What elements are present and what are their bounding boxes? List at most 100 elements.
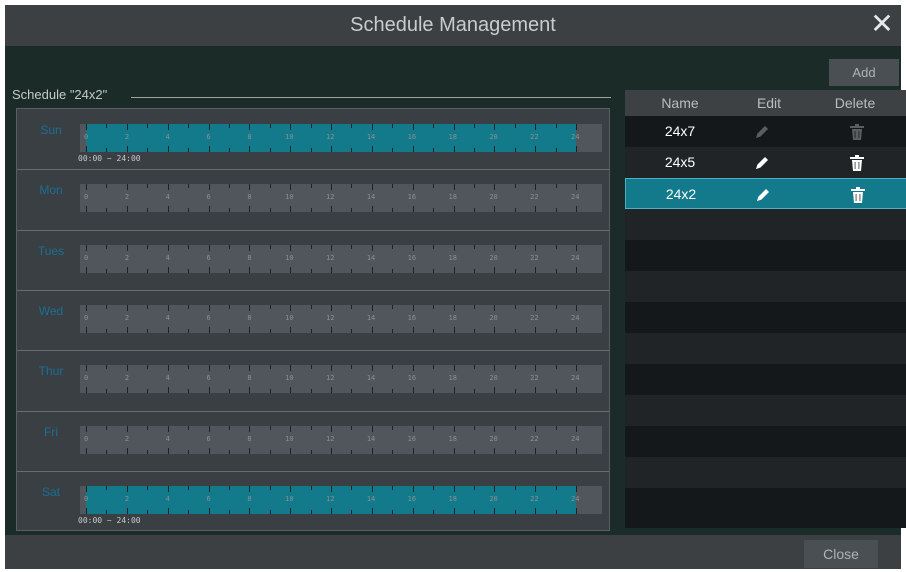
tick-mark [208, 244, 210, 251]
tick-mark [167, 326, 169, 333]
hour-label: 22 [530, 313, 539, 322]
time-bar[interactable]: 0 2 4 6 8 10 12 14 16 18 20 22 24 [80, 425, 602, 454]
tick-mark [555, 509, 557, 514]
pencil-icon[interactable] [754, 186, 782, 204]
hour-label: 20 [489, 313, 498, 322]
tick-mark [228, 328, 230, 333]
time-bar[interactable]: 0 2 4 6 8 10 12 14 16 18 20 22 24 [80, 124, 602, 152]
tick-mark [249, 387, 251, 394]
time-bar[interactable]: 0 2 4 6 8 10 12 14 16 18 20 22 24 [80, 485, 602, 514]
tick-mark [535, 244, 537, 251]
tick-mark [412, 425, 414, 432]
hour-label: 0 [84, 133, 89, 141]
tick-mark [473, 425, 475, 430]
tick-mark [555, 389, 557, 394]
add-button[interactable]: Add [829, 59, 899, 86]
hour-label: 20 [489, 494, 498, 503]
time-bar[interactable]: 0 2 4 6 8 10 12 14 16 18 20 22 24 [80, 244, 602, 273]
tick-mark [555, 425, 557, 430]
schedule-row-24x7[interactable]: 24x7 [625, 116, 906, 147]
tick-mark [331, 365, 332, 372]
tick-mark [310, 304, 312, 309]
tick-mark [576, 244, 577, 251]
tick-mark [473, 485, 475, 490]
tick-mark [576, 304, 577, 311]
tick-mark [188, 365, 190, 370]
tick-mark [494, 485, 496, 492]
tick-mark [473, 184, 475, 189]
tick-mark [188, 124, 190, 128]
tick-mark [106, 509, 108, 514]
empty-row [625, 302, 906, 333]
tick-mark [269, 365, 271, 370]
tick-mark [86, 146, 87, 152]
tick-mark [576, 124, 577, 130]
tick-mark [167, 485, 169, 492]
tick-mark [208, 365, 210, 372]
tick-mark [433, 328, 435, 333]
tick-mark [576, 387, 577, 394]
tick-mark [310, 365, 312, 370]
tick-mark [392, 425, 394, 430]
time-bar[interactable]: 0 2 4 6 8 10 12 14 16 18 20 22 24 [80, 184, 602, 213]
tick-mark [106, 365, 108, 370]
time-bar[interactable]: 0 2 4 6 8 10 12 14 16 18 20 22 24 [80, 304, 602, 333]
schedule-management-dialog: Schedule Management ✕ Schedule "24x2" Su… [5, 5, 906, 569]
tick-mark [208, 387, 210, 394]
tick-mark [392, 148, 394, 152]
tick-mark [106, 184, 108, 189]
empty-row [625, 364, 906, 395]
schedule-row-24x2[interactable]: 24x2 [625, 178, 906, 209]
tick-mark [269, 184, 271, 189]
pencil-icon[interactable] [753, 154, 781, 172]
tick-mark [228, 509, 230, 514]
tick-mark [473, 148, 475, 152]
tick-mark [412, 365, 414, 372]
tick-mark [351, 304, 353, 309]
tick-mark [433, 304, 435, 309]
trash-icon[interactable] [848, 185, 876, 205]
tick-mark [86, 387, 87, 394]
tick-mark [290, 124, 292, 130]
tick-mark [473, 124, 475, 128]
tick-mark [433, 184, 435, 189]
tick-mark [147, 425, 149, 430]
hour-label: 14 [366, 374, 376, 383]
empty-row [625, 395, 906, 426]
hour-label: 24 [571, 313, 580, 322]
tick-mark [351, 184, 353, 189]
tick-mark [514, 244, 516, 249]
tick-mark [106, 304, 108, 309]
close-icon[interactable]: ✕ [867, 9, 897, 39]
tick-mark [290, 447, 292, 454]
tick-mark [106, 148, 108, 152]
schedule-row-24x5[interactable]: 24x5 [625, 147, 906, 178]
tick-mark [412, 124, 414, 130]
tick-mark [126, 447, 128, 454]
tick-mark [331, 184, 332, 191]
tick-mark [494, 507, 496, 514]
hour-label: 6 [206, 193, 211, 202]
header-delete: Delete [834, 95, 876, 111]
time-bar[interactable]: 0 2 4 6 8 10 12 14 16 18 20 22 24 [80, 365, 602, 394]
tick-mark [126, 266, 128, 273]
tick-mark [126, 304, 128, 311]
day-label: Thur [38, 364, 64, 379]
tick-mark [412, 447, 414, 454]
tick-mark [290, 387, 292, 394]
hour-label: 22 [530, 253, 539, 262]
tick-mark [249, 124, 251, 130]
tick-mark [249, 146, 251, 152]
hour-label: 24 [571, 494, 580, 503]
tick-mark [167, 387, 169, 394]
day-row-wed: Wed 0 2 4 6 8 10 12 14 16 18 20 22 24 [17, 291, 609, 351]
tick-mark [290, 244, 292, 251]
tick-mark [167, 425, 169, 432]
tick-mark [86, 365, 87, 372]
tick-mark [514, 268, 516, 273]
tick-mark [126, 184, 128, 191]
tick-mark [86, 485, 87, 492]
close-button[interactable]: Close [804, 540, 878, 568]
hour-label: 16 [407, 434, 417, 443]
trash-icon[interactable] [847, 153, 875, 173]
